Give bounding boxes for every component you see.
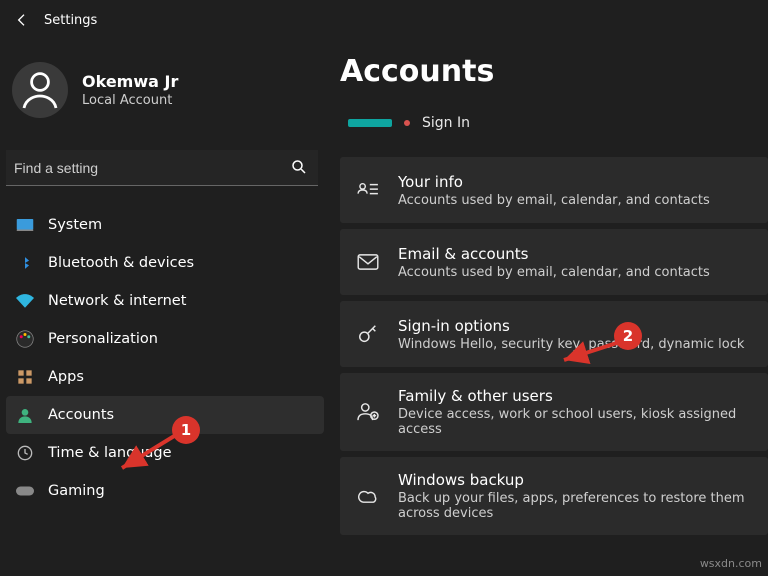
people-add-icon [356,400,380,424]
mail-icon [356,250,380,274]
card-windows-backup[interactable]: Windows backup Back up your files, apps,… [340,457,768,535]
wifi-icon [16,292,34,310]
card-signin-options[interactable]: Sign-in options Windows Hello, security … [340,301,768,367]
accent-bar [348,119,392,127]
paint-icon [16,330,34,348]
sidebar-item-bluetooth[interactable]: Bluetooth & devices [6,244,324,282]
nav-label: Bluetooth & devices [48,255,194,271]
nav-label: Network & internet [48,293,186,309]
nav-label: Personalization [48,331,158,347]
gaming-icon [16,482,34,500]
nav-label: System [48,217,102,233]
signin-row[interactable]: Sign In [340,115,768,131]
nav-list: System Bluetooth & devices Network & int… [6,206,324,510]
sidebar-item-network[interactable]: Network & internet [6,282,324,320]
card-title: Sign-in options [398,317,744,335]
nav-label: Gaming [48,483,105,499]
main-pane: Accounts Sign In Your info Accounts used… [326,40,768,576]
apps-icon [16,368,34,386]
back-button[interactable] [8,6,36,34]
app-title: Settings [44,13,97,28]
sidebar-item-personalization[interactable]: Personalization [6,320,324,358]
profile-block[interactable]: Okemwa Jr Local Account [6,44,324,140]
signin-label: Sign In [422,115,470,131]
search-input[interactable] [6,150,318,186]
system-icon [16,216,34,234]
settings-cards: Your info Accounts used by email, calend… [340,157,768,535]
card-title: Windows backup [398,471,752,489]
bluetooth-icon [16,254,34,272]
nav-label: Apps [48,369,84,385]
card-sub: Accounts used by email, calendar, and co… [398,265,710,280]
card-sub: Device access, work or school users, kio… [398,407,752,437]
sidebar-item-apps[interactable]: Apps [6,358,324,396]
card-title: Your info [398,173,710,191]
nav-label: Time & language [48,445,172,461]
nav-label: Accounts [48,407,114,423]
cloud-icon [356,484,380,508]
avatar [12,62,68,118]
sidebar-item-accounts[interactable]: Accounts [6,396,324,434]
sidebar-item-gaming[interactable]: Gaming [6,472,324,510]
sidebar: Okemwa Jr Local Account System Bluetoo [0,40,326,576]
sidebar-item-time[interactable]: Time & language [6,434,324,472]
alert-dot [404,120,410,126]
card-family-users[interactable]: Family & other users Device access, work… [340,373,768,451]
page-title: Accounts [340,54,768,89]
id-card-icon [356,178,380,202]
card-title: Family & other users [398,387,752,405]
search-box[interactable] [6,150,318,186]
key-icon [356,322,380,346]
user-name: Okemwa Jr [82,72,178,91]
card-sub: Back up your files, apps, preferences to… [398,491,752,521]
card-your-info[interactable]: Your info Accounts used by email, calend… [340,157,768,223]
user-sub: Local Account [82,93,178,108]
sidebar-item-system[interactable]: System [6,206,324,244]
watermark: wsxdn.com [700,557,762,570]
accounts-icon [16,406,34,424]
card-title: Email & accounts [398,245,710,263]
card-sub: Accounts used by email, calendar, and co… [398,193,710,208]
search-icon [290,158,308,176]
clock-icon [16,444,34,462]
card-email-accounts[interactable]: Email & accounts Accounts used by email,… [340,229,768,295]
card-sub: Windows Hello, security key, password, d… [398,337,744,352]
